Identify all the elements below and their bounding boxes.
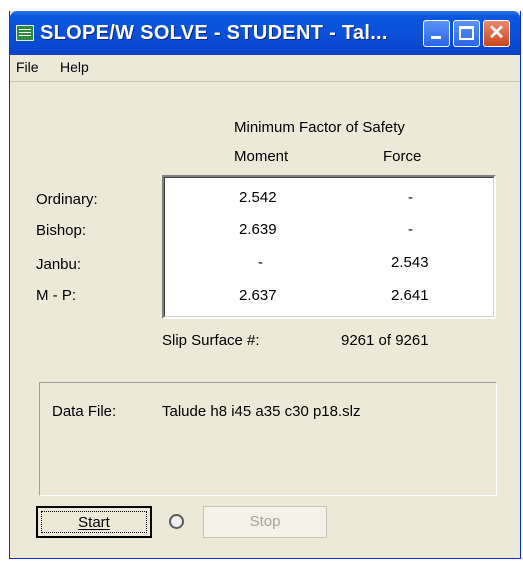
column-moment: Moment	[234, 148, 289, 165]
data-file-group	[39, 382, 497, 496]
minimize-button[interactable]	[423, 20, 450, 47]
maximize-icon	[459, 26, 474, 40]
menu-bar: File Help	[10, 55, 520, 82]
bishop-moment-value: 2.639	[239, 221, 277, 238]
start-button-label: Start	[78, 514, 110, 531]
slip-surface-value: 9261 of 9261	[341, 332, 429, 349]
mp-force-value: 2.641	[391, 287, 429, 304]
method-label-bishop: Bishop:	[36, 222, 87, 239]
close-icon: ✕	[488, 22, 505, 44]
data-file-value: Talude h8 i45 a35 c30 p18.slz	[162, 403, 361, 420]
title-bar[interactable]: SLOPE/W SOLVE - STUDENT - Tal... ✕	[10, 11, 520, 55]
mp-moment-value: 2.637	[239, 287, 277, 304]
minimize-icon	[431, 36, 441, 39]
slip-surface-label: Slip Surface #:	[162, 332, 260, 349]
maximize-button[interactable]	[453, 20, 480, 47]
janbu-moment-value: -	[258, 254, 263, 271]
menu-help[interactable]: Help	[60, 59, 89, 75]
method-label-janbu: Janbu:	[36, 256, 82, 273]
menu-file[interactable]: File	[16, 59, 39, 75]
results-table	[162, 175, 496, 319]
janbu-force-value: 2.543	[391, 254, 429, 271]
method-label-ordinary: Ordinary:	[36, 191, 98, 208]
ordinary-moment-value: 2.542	[239, 189, 277, 206]
app-icon	[16, 25, 34, 41]
start-button[interactable]: Start	[36, 506, 152, 538]
results-header: Minimum Factor of Safety	[234, 119, 405, 136]
progress-indicator-icon	[169, 514, 184, 529]
stop-button-label: Stop	[249, 513, 281, 530]
close-button[interactable]: ✕	[483, 20, 510, 47]
ordinary-force-value: -	[408, 189, 413, 206]
bishop-force-value: -	[408, 221, 413, 238]
column-force: Force	[383, 148, 422, 165]
solve-window: SLOPE/W SOLVE - STUDENT - Tal... ✕ File …	[9, 11, 521, 559]
stop-button[interactable]: Stop	[203, 506, 327, 538]
data-file-label: Data File:	[52, 403, 117, 420]
method-label-mp: M - P:	[36, 287, 76, 304]
window-title: SLOPE/W SOLVE - STUDENT - Tal...	[40, 22, 388, 44]
